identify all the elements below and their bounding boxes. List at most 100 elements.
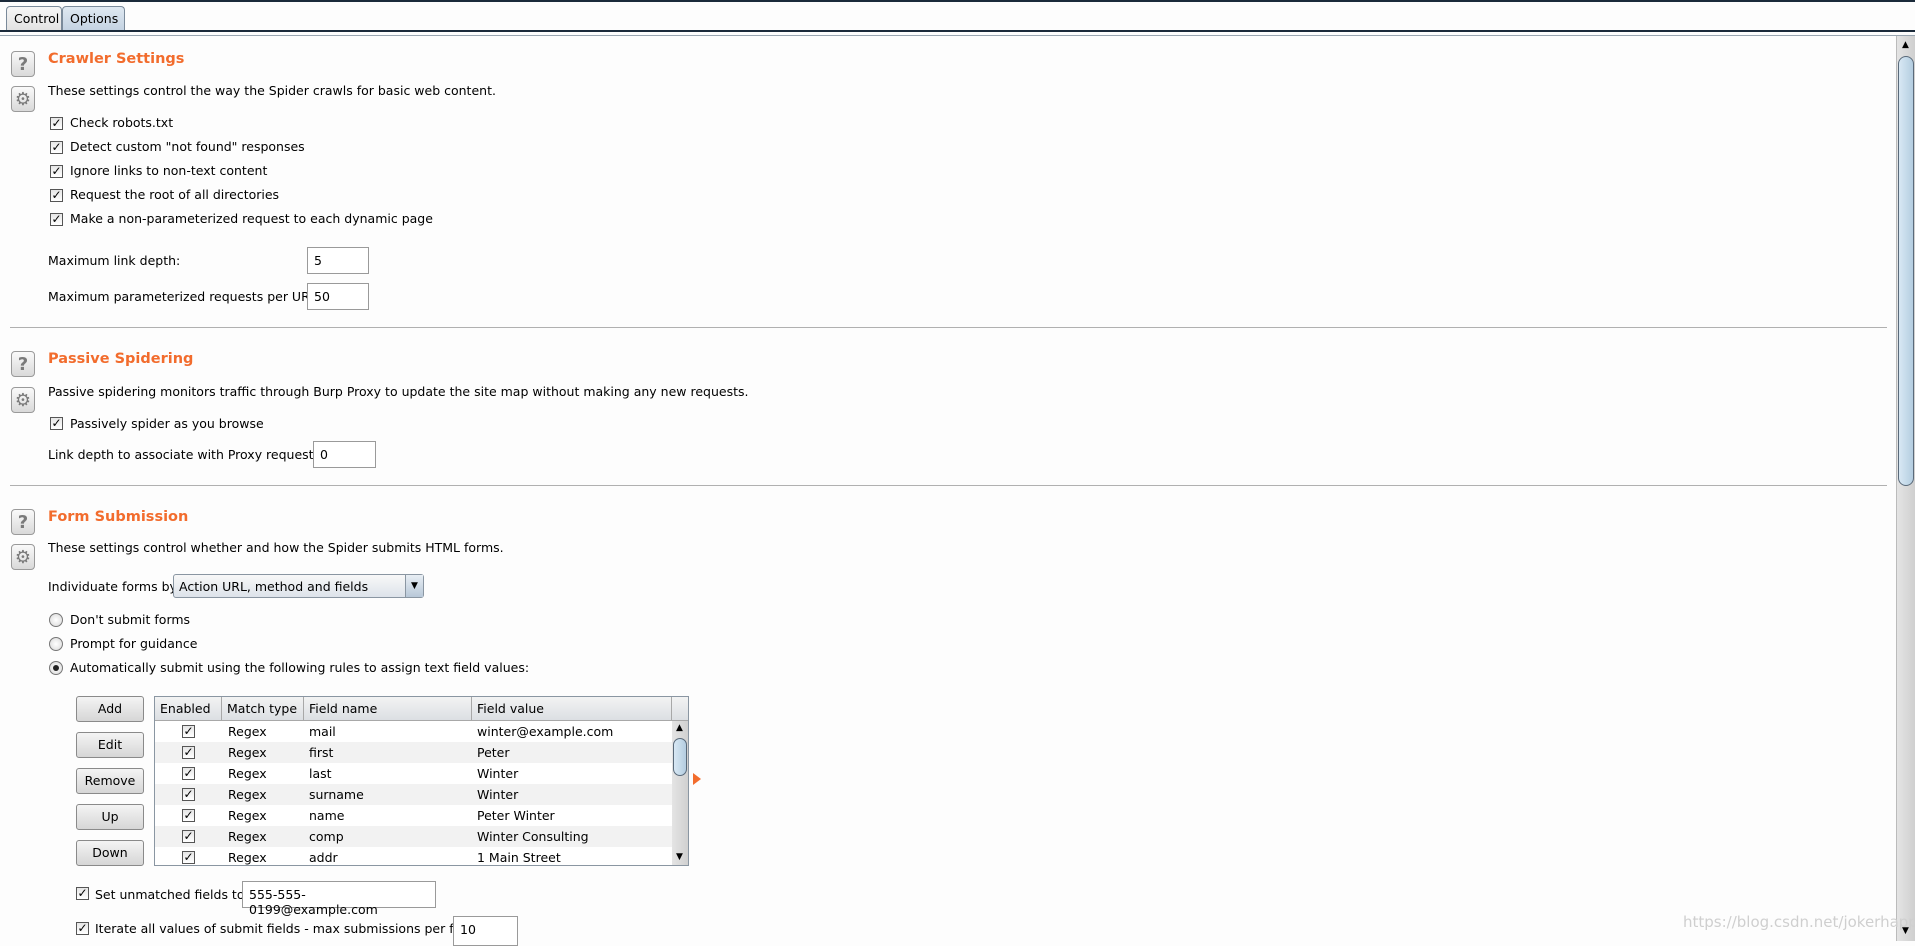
match-type-cell: Regex — [228, 850, 267, 865]
table-scrollbar[interactable]: ▲ ▼ — [672, 721, 688, 865]
field-name-cell: last — [309, 766, 332, 781]
enabled-checkbox[interactable]: ✓ — [182, 809, 195, 822]
match-type-cell: Regex — [228, 766, 267, 781]
table-header-corner — [672, 697, 688, 721]
unmatched-input[interactable]: 555-555-0199@example.com — [242, 881, 436, 917]
match-type-cell: Regex — [228, 745, 267, 760]
checkbox[interactable]: ✓ — [50, 165, 63, 178]
section-description: Passive spidering monitors traffic throu… — [48, 384, 749, 399]
tab-control[interactable]: Control — [6, 6, 62, 30]
scroll-up-icon[interactable]: ▲ — [1902, 40, 1909, 50]
table-row[interactable]: ✓ Regex surname Winter — [155, 784, 672, 805]
gear-icon[interactable]: ⚙ — [11, 387, 35, 413]
enabled-checkbox[interactable]: ✓ — [182, 830, 195, 843]
gear-icon[interactable]: ⚙ — [11, 544, 35, 570]
tab-options[interactable]: Options — [62, 6, 125, 30]
checkbox[interactable]: ✓ — [50, 141, 63, 154]
tab-divider — [0, 30, 1915, 32]
edit-button[interactable]: Edit — [76, 732, 144, 758]
column-header[interactable]: Field value — [472, 697, 672, 721]
unmatched-label: Set unmatched fields to: — [95, 887, 249, 902]
section-description: These settings control the way the Spide… — [48, 83, 496, 98]
checkbox-label: Ignore links to non-text content — [70, 163, 268, 178]
section-description: These settings control whether and how t… — [48, 540, 504, 555]
top-border — [0, 0, 1915, 2]
help-icon[interactable]: ? — [11, 51, 35, 77]
checkbox[interactable]: ✓ — [50, 189, 63, 202]
up-button[interactable]: Up — [76, 804, 144, 830]
individuate-select[interactable]: Action URL, method and fields ▼ — [173, 574, 424, 598]
radio-button[interactable] — [49, 637, 63, 651]
radio-label: Don't submit forms — [70, 612, 191, 627]
field-value-cell: 1 Main Street — [477, 850, 561, 865]
scroll-up-icon[interactable]: ▲ — [676, 723, 683, 733]
table-row[interactable]: ✓ Regex last Winter — [155, 763, 672, 784]
field-value-cell: Winter Consulting — [477, 829, 589, 844]
match-type-cell: Regex — [228, 787, 267, 802]
column-header[interactable]: Field name — [304, 697, 472, 721]
radio-button[interactable] — [49, 613, 63, 627]
section-divider — [10, 327, 1887, 328]
field-value-cell: Peter Winter — [477, 808, 555, 823]
expand-arrow-icon[interactable] — [693, 773, 701, 785]
passive-spider-checkbox[interactable]: ✓ — [50, 417, 63, 430]
max-link-depth-input[interactable]: 5 — [307, 247, 369, 274]
table-row[interactable]: ✓ Regex comp Winter Consulting — [155, 826, 672, 847]
enabled-checkbox[interactable]: ✓ — [182, 851, 195, 864]
table-row[interactable]: ✓ Regex first Peter — [155, 742, 672, 763]
table-row[interactable]: ✓ Regex addr 1 Main Street — [155, 847, 672, 865]
column-header[interactable]: Enabled — [155, 697, 222, 721]
checkbox-label: Detect custom "not found" responses — [70, 139, 305, 154]
match-type-cell: Regex — [228, 808, 267, 823]
rules-table: Enabled Match type Field name Field value ✓… — [154, 696, 689, 866]
field-value-cell: Peter — [477, 745, 510, 760]
chevron-down-icon: ▼ — [405, 575, 423, 597]
column-header[interactable]: Match type — [222, 697, 304, 721]
field-name-cell: addr — [309, 850, 338, 865]
help-icon[interactable]: ? — [11, 509, 35, 535]
table-row[interactable]: ✓ Regex mail winter@example.com — [155, 721, 672, 742]
gear-icon[interactable]: ⚙ — [11, 86, 35, 112]
enabled-checkbox[interactable]: ✓ — [182, 725, 195, 738]
field-name-cell: mail — [309, 724, 336, 739]
down-button[interactable]: Down — [76, 840, 144, 866]
table-scrollbar-thumb[interactable] — [673, 738, 687, 776]
main-scrollbar[interactable]: ▲ ▼ — [1896, 36, 1915, 941]
individuate-value: Action URL, method and fields — [179, 579, 369, 594]
section-title-crawler: Crawler Settings — [48, 51, 185, 67]
match-type-cell: Regex — [228, 724, 267, 739]
individuate-label: Individuate forms by: — [48, 579, 181, 594]
field-name-cell: surname — [309, 787, 364, 802]
field-name-cell: name — [309, 808, 345, 823]
field-name-cell: first — [309, 745, 334, 760]
enabled-checkbox[interactable]: ✓ — [182, 746, 195, 759]
link-depth-input[interactable]: 0 — [313, 441, 376, 468]
help-icon[interactable]: ? — [11, 351, 35, 377]
iterate-checkbox[interactable]: ✓ — [76, 922, 89, 935]
iterate-label: Iterate all values of submit fields - ma… — [95, 921, 483, 936]
enabled-checkbox[interactable]: ✓ — [182, 767, 195, 780]
match-type-cell: Regex — [228, 829, 267, 844]
remove-button[interactable]: Remove — [76, 768, 144, 794]
iterate-input[interactable]: 10 — [453, 916, 518, 946]
tab-divider-inner — [0, 35, 1915, 36]
unmatched-checkbox[interactable]: ✓ — [76, 887, 89, 900]
checkbox[interactable]: ✓ — [50, 117, 63, 130]
field-name-cell: comp — [309, 829, 344, 844]
link-depth-label: Link depth to associate with Proxy reque… — [48, 447, 325, 462]
add-button[interactable]: Add — [76, 696, 144, 722]
max-param-requests-input[interactable]: 50 — [307, 283, 369, 310]
passive-spider-label: Passively spider as you browse — [70, 416, 264, 431]
field-value-cell: winter@example.com — [477, 724, 614, 739]
radio-button[interactable] — [49, 661, 63, 675]
enabled-checkbox[interactable]: ✓ — [182, 788, 195, 801]
checkbox-label: Check robots.txt — [70, 115, 174, 130]
field-value-cell: Winter — [477, 787, 519, 802]
scroll-down-icon[interactable]: ▼ — [676, 852, 683, 862]
max-param-requests-label: Maximum parameterized requests per URL: — [48, 289, 321, 304]
checkbox[interactable]: ✓ — [50, 213, 63, 226]
section-title-form: Form Submission — [48, 509, 189, 525]
radio-label: Prompt for guidance — [70, 636, 198, 651]
table-row[interactable]: ✓ Regex name Peter Winter — [155, 805, 672, 826]
main-scrollbar-thumb[interactable] — [1898, 56, 1914, 486]
